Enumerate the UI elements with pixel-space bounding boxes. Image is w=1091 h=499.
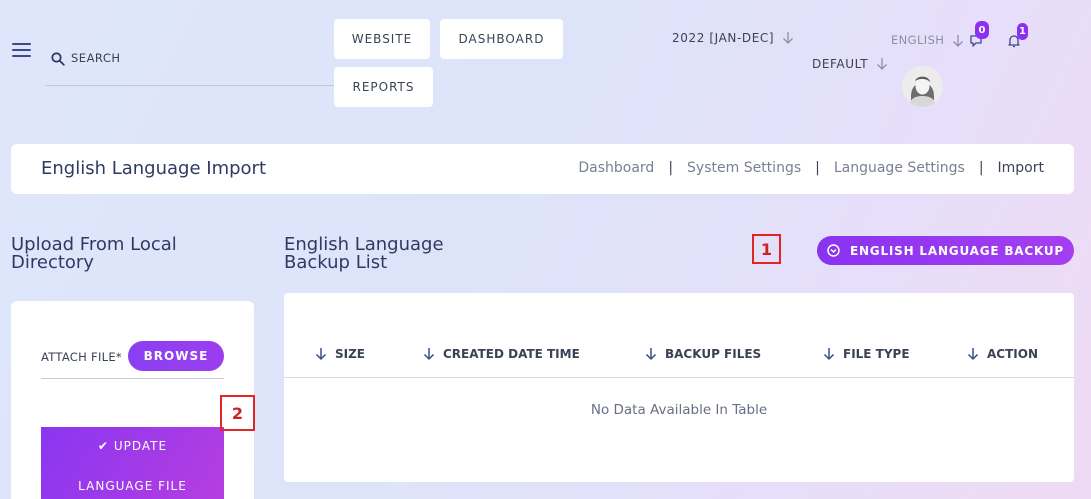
attach-file-label: ATTACH FILE* — [41, 350, 122, 364]
breadcrumb-separator: | — [978, 160, 984, 176]
avatar[interactable] — [902, 66, 943, 107]
sort-arrow-icon — [823, 348, 835, 361]
column-header-size[interactable]: SIZE — [315, 347, 365, 361]
breadcrumb-system-settings[interactable]: System Settings — [687, 160, 801, 176]
search-label: SEARCH — [71, 51, 121, 65]
sort-arrow-icon — [967, 348, 979, 361]
breadcrumb: Dashboard | System Settings | Language S… — [578, 160, 1044, 176]
breadcrumb-separator: | — [668, 160, 674, 176]
check-icon: ✔ — [97, 439, 109, 453]
update-button-line: UPDATE — [113, 439, 168, 453]
notifications-badge: 1 — [1017, 23, 1028, 40]
year-select-value: 2022 [JAN-DEC] — [672, 31, 775, 45]
language-select[interactable]: ENGLISH — [891, 33, 964, 47]
browse-button[interactable]: BROWSE — [128, 341, 224, 371]
column-header-label: ACTION — [987, 347, 1038, 361]
upload-section-title: Upload From Local Directory — [11, 236, 177, 272]
backup-title-line: Backup List — [284, 252, 388, 273]
sort-arrow-icon — [645, 348, 657, 361]
english-language-backup-button[interactable]: ENGLISH LANGUAGE BACKUP — [817, 236, 1074, 265]
attach-file-underline — [41, 378, 224, 379]
annotation-marker-1: 1 — [752, 234, 781, 264]
annotation-marker-2: 2 — [220, 395, 255, 431]
update-button-line: LANGUAGE FILE — [78, 479, 187, 493]
default-select-value: DEFAULT — [812, 57, 869, 71]
backup-table — [284, 293, 1074, 482]
arrow-down-icon — [953, 35, 964, 47]
update-language-file-button[interactable]: ✔ UPDATE LANGUAGE FILE — [41, 427, 224, 499]
year-select[interactable]: 2022 [JAN-DEC] — [672, 31, 794, 45]
search-input[interactable]: SEARCH — [45, 45, 334, 86]
backup-button-label: ENGLISH LANGUAGE BACKUP — [849, 243, 1065, 258]
nav-reports-button[interactable]: REPORTS — [334, 67, 433, 107]
column-header-file-type[interactable]: FILE TYPE — [823, 347, 910, 361]
table-divider — [284, 377, 1074, 378]
column-header-action[interactable]: ACTION — [967, 347, 1038, 361]
breadcrumb-import: Import — [997, 160, 1044, 176]
column-header-label: SIZE — [335, 347, 366, 361]
chevron-circle-down-icon — [827, 244, 840, 257]
breadcrumb-separator: | — [815, 160, 820, 176]
breadcrumb-language-settings[interactable]: Language Settings — [834, 160, 965, 176]
breadcrumb-dashboard[interactable]: Dashboard — [578, 160, 654, 176]
column-header-label: CREATED DATE TIME — [443, 347, 580, 361]
messages-button[interactable]: 0 — [968, 21, 989, 49]
menu-icon[interactable] — [12, 43, 31, 59]
user-avatar-icon — [902, 66, 943, 107]
column-header-label: BACKUP FILES — [665, 347, 762, 361]
sort-arrow-icon — [315, 348, 327, 361]
notifications-button[interactable]: 1 — [1006, 23, 1028, 49]
nav-website-button[interactable]: WEBSITE — [334, 19, 430, 59]
arrow-down-icon — [783, 32, 794, 44]
nav-dashboard-button[interactable]: DASHBOARD — [440, 19, 563, 59]
search-icon — [51, 52, 65, 66]
upload-title-line: Directory — [11, 252, 94, 273]
arrow-down-icon — [877, 58, 888, 70]
page-title: English Language Import — [41, 158, 267, 179]
sort-arrow-icon — [423, 348, 435, 361]
default-select[interactable]: DEFAULT — [812, 57, 888, 71]
table-empty-message: No Data Available In Table — [590, 402, 768, 418]
language-select-value: ENGLISH — [891, 33, 945, 47]
column-header-label: FILE TYPE — [843, 347, 910, 361]
backup-section-title: English Language Backup List — [284, 236, 444, 272]
column-header-created-date-time[interactable]: CREATED DATE TIME — [423, 347, 580, 361]
column-header-backup-files[interactable]: BACKUP FILES — [645, 347, 761, 361]
messages-badge: 0 — [975, 21, 989, 39]
